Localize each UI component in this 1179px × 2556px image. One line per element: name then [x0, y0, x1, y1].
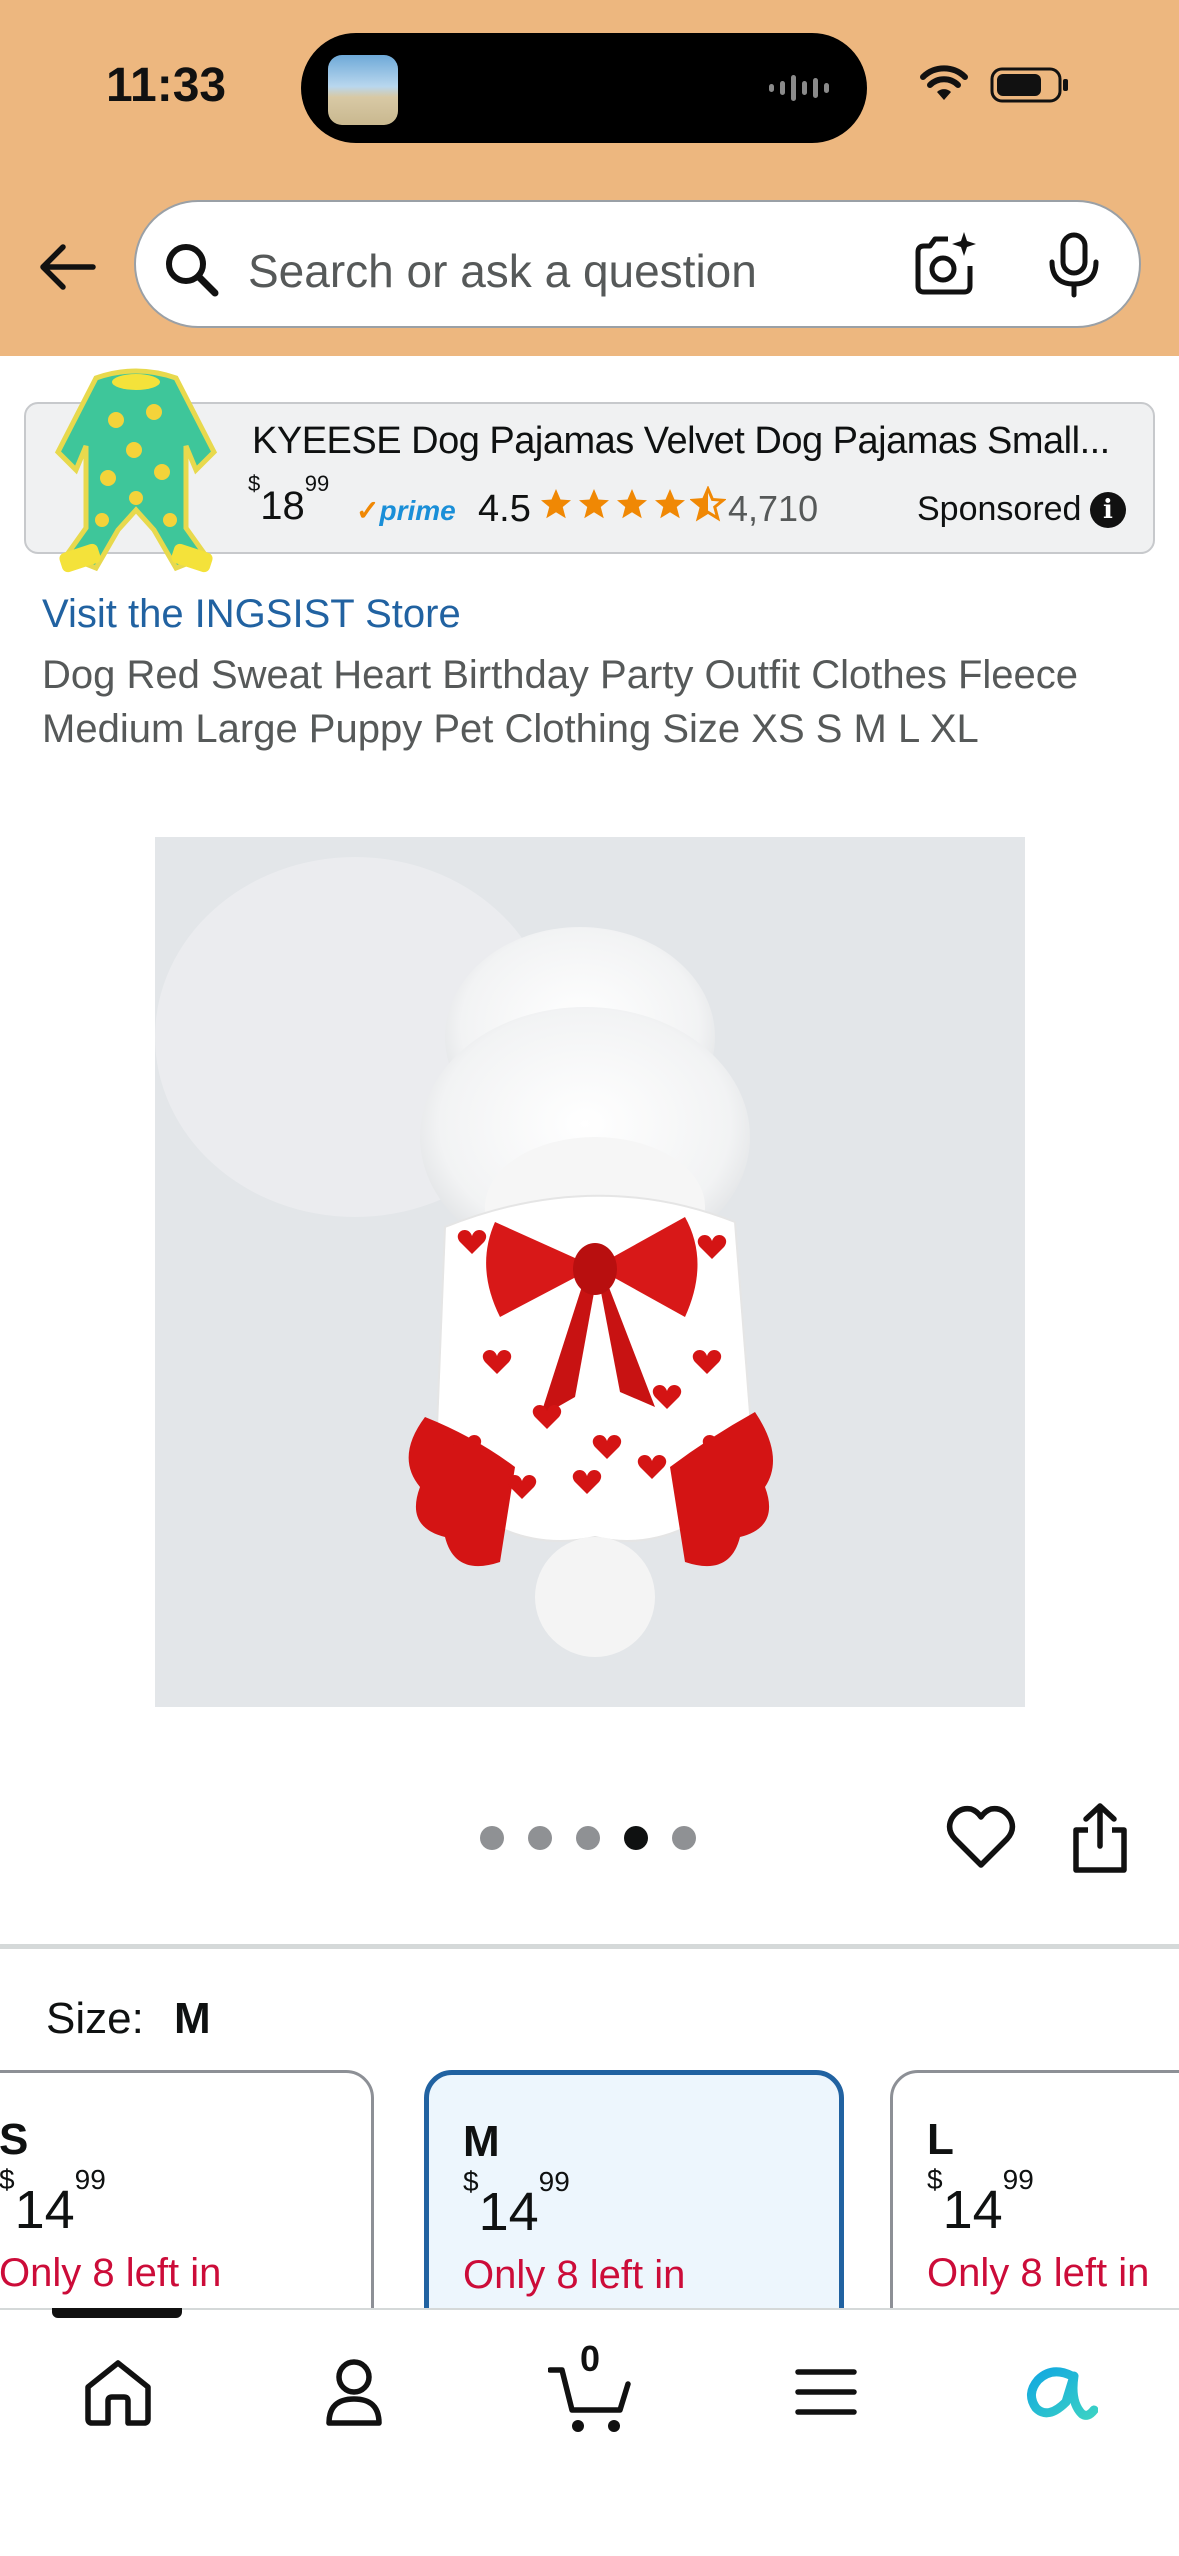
image-carousel-indicator[interactable]: [480, 1826, 696, 1850]
search-placeholder: Search or ask a question: [248, 245, 757, 297]
price-fraction: 99: [304, 470, 330, 496]
search-input[interactable]: Search or ask a question: [134, 200, 1141, 328]
section-divider: [0, 1944, 1179, 1949]
star-icon: [617, 489, 647, 519]
size-option-price: $1499: [463, 2166, 570, 2242]
home-icon: [85, 2360, 151, 2426]
star-icon: [541, 489, 571, 519]
size-option-price: $1499: [0, 2164, 106, 2240]
rufus-icon: [1027, 2367, 1098, 2420]
sponsored-label: Sponsored: [917, 490, 1082, 528]
product-image[interactable]: [155, 837, 1025, 1707]
sponsored-review-count: 4,710: [728, 488, 819, 529]
sponsored-product-image[interactable]: [36, 360, 236, 575]
sponsored-title[interactable]: KYEESE Dog Pajamas Velvet Dog Pajamas Sm…: [252, 420, 1110, 463]
size-option-price: $1499: [927, 2164, 1034, 2240]
cart-count: 0: [579, 2338, 601, 2379]
nav-profile[interactable]: [304, 2342, 404, 2442]
sponsored-price: $1899: [248, 471, 329, 529]
star-icon: [655, 489, 685, 519]
active-tab-indicator: [52, 2308, 182, 2318]
star-icon: [579, 489, 609, 519]
size-option-name: S: [0, 2115, 29, 2164]
nav-menu[interactable]: [776, 2342, 876, 2442]
carousel-dot-active[interactable]: [624, 1826, 648, 1850]
back-button[interactable]: [32, 232, 102, 302]
price-whole: 18: [260, 484, 305, 528]
share-icon[interactable]: [1068, 1802, 1132, 1874]
info-icon[interactable]: i: [1090, 492, 1126, 528]
battery-icon: [990, 67, 1068, 103]
nav-cart[interactable]: 0: [540, 2338, 640, 2442]
carousel-dot[interactable]: [480, 1826, 504, 1850]
menu-icon: [795, 2369, 857, 2415]
size-label: Size:: [46, 1994, 144, 2043]
store-link[interactable]: Visit the INGSIST Store: [42, 592, 461, 637]
star-rating-icon: [538, 486, 726, 522]
nav-rufus[interactable]: [1010, 2342, 1110, 2442]
size-option-name: L: [927, 2115, 954, 2164]
search-icon: [166, 244, 219, 297]
size-option-name: M: [463, 2117, 500, 2166]
arrow-left-icon: [40, 244, 96, 290]
status-time: 11:33: [106, 59, 227, 112]
carousel-dot[interactable]: [576, 1826, 600, 1850]
carousel-dot[interactable]: [672, 1826, 696, 1850]
wifi-icon: [920, 65, 968, 100]
camera-sparkle-icon[interactable]: [910, 230, 978, 298]
product-title: Dog Red Sweat Heart Birthday Party Outfi…: [42, 653, 1079, 751]
carousel-dot[interactable]: [528, 1826, 552, 1850]
size-option-stock: Only 8 left in: [463, 2253, 686, 2297]
now-playing-thumbnail: [328, 55, 398, 125]
prime-badge: ✓prime: [356, 495, 456, 526]
sponsored-rating: 4.5: [478, 488, 531, 530]
profile-icon: [326, 2359, 382, 2426]
size-selected-value: M: [174, 1994, 211, 2043]
header-bar: 11:33 Search or ask a question: [0, 0, 1179, 356]
size-option-stock: Only 8 left in: [0, 2251, 222, 2295]
microphone-icon[interactable]: [1044, 232, 1104, 298]
half-star-icon: [690, 486, 726, 522]
size-option-stock: Only 8 left in: [927, 2251, 1150, 2295]
currency-symbol: $: [248, 470, 261, 496]
heart-icon[interactable]: [946, 1803, 1016, 1873]
audio-wave-icon: [769, 75, 829, 101]
dynamic-island[interactable]: [301, 33, 867, 143]
nav-home[interactable]: [68, 2342, 168, 2442]
